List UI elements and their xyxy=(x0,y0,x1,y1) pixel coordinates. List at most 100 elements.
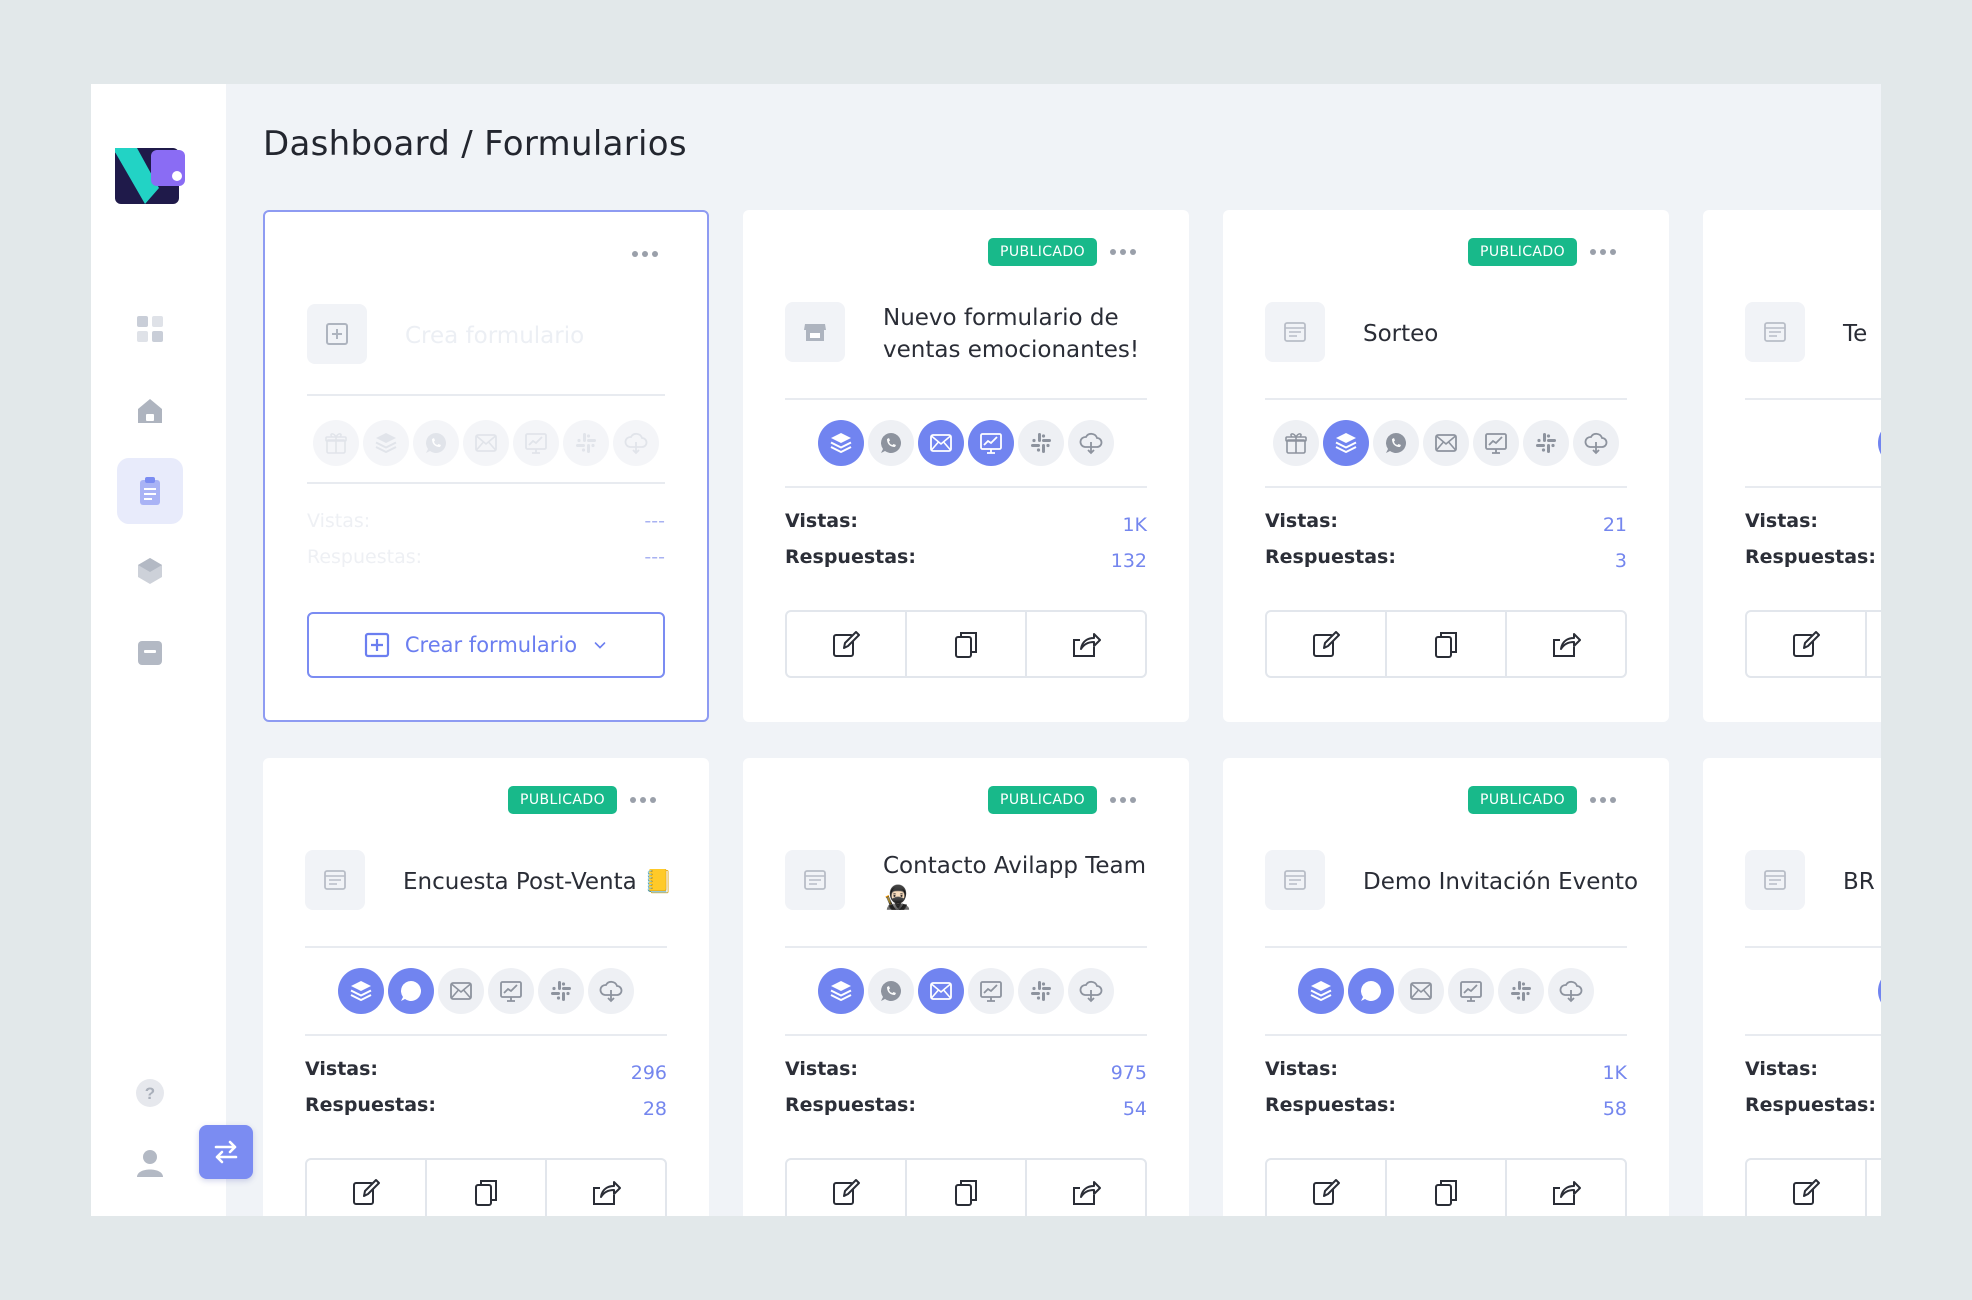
integration-mail[interactable] xyxy=(918,420,964,466)
share-button[interactable] xyxy=(1507,1160,1625,1216)
share-button[interactable] xyxy=(547,1160,665,1216)
duplicate-button[interactable] xyxy=(1867,1160,1881,1216)
whatsapp-icon xyxy=(1361,981,1381,1001)
edit-button[interactable] xyxy=(1267,1160,1387,1216)
create-form-card[interactable]: Crea formulario Vistas: --- Respuestas: … xyxy=(263,210,709,722)
integration-mail[interactable] xyxy=(1398,968,1444,1014)
duplicate-button[interactable] xyxy=(427,1160,547,1216)
slack-icon xyxy=(576,433,596,453)
stat-value: 28 xyxy=(642,1098,667,1120)
card-menu-button[interactable] xyxy=(1583,788,1623,812)
integration-cloud[interactable] xyxy=(1068,968,1114,1014)
share-button[interactable] xyxy=(1027,612,1145,676)
integration-chart[interactable] xyxy=(968,420,1014,466)
card-menu-button[interactable] xyxy=(1103,788,1143,812)
form-card[interactable]: PUBLICADO Nuevo formulario de ventas emoc… xyxy=(743,210,1189,722)
integration-layers[interactable] xyxy=(1878,420,1881,466)
sidebar-item-home[interactable] xyxy=(117,378,183,444)
integration-slack[interactable] xyxy=(1018,968,1064,1014)
card-menu-button[interactable] xyxy=(1103,240,1143,264)
form-card[interactable]: Te Vistas: Respuestas: xyxy=(1703,210,1881,722)
integration-chart[interactable] xyxy=(488,968,534,1014)
integrations-row xyxy=(1265,966,1627,1016)
integration-whatsapp[interactable] xyxy=(1348,968,1394,1014)
duplicate-button[interactable] xyxy=(1387,612,1507,676)
duplicate-button[interactable] xyxy=(907,1160,1027,1216)
integration-slack[interactable] xyxy=(1018,420,1064,466)
integration-chart[interactable] xyxy=(1473,420,1519,466)
integration-slack[interactable] xyxy=(538,968,584,1014)
form-icon xyxy=(804,870,826,890)
integration-cloud[interactable] xyxy=(1573,420,1619,466)
form-title[interactable]: Demo Invitación Evento xyxy=(1363,850,1643,914)
edit-button[interactable] xyxy=(787,612,907,676)
form-title[interactable]: Te xyxy=(1843,302,1881,366)
integration-cloud[interactable] xyxy=(588,968,634,1014)
integration-whatsapp[interactable] xyxy=(388,968,434,1014)
edit-button[interactable] xyxy=(1747,1160,1867,1216)
integration-slack[interactable] xyxy=(1498,968,1544,1014)
edit-button[interactable] xyxy=(1747,612,1867,676)
stat-value: 296 xyxy=(630,1062,667,1084)
form-title[interactable]: Nuevo formulario de ventas emocionantes! xyxy=(883,302,1163,366)
form-card[interactable]: PUBLICADO Encuesta Post-Venta 📒 Vistas: 2… xyxy=(263,758,709,1216)
integration-chart[interactable] xyxy=(968,968,1014,1014)
integration-mail[interactable] xyxy=(438,968,484,1014)
form-title[interactable]: Encuesta Post-Venta 📒 xyxy=(403,850,683,914)
integration-mail[interactable] xyxy=(918,968,964,1014)
form-title[interactable]: Contacto Avilapp Team 🥷🏻 xyxy=(883,850,1163,914)
integration-layers[interactable] xyxy=(1298,968,1344,1014)
chart-icon xyxy=(1485,433,1507,454)
card-menu-button[interactable] xyxy=(623,788,663,812)
card-menu-button[interactable] xyxy=(1583,240,1623,264)
chart-icon xyxy=(500,981,522,1002)
create-form-button[interactable]: Crear formulario xyxy=(307,612,665,678)
edit-button[interactable] xyxy=(1267,612,1387,676)
sidebar-item-products[interactable] xyxy=(117,538,183,604)
help-button[interactable]: ? xyxy=(117,1060,183,1126)
integration-whatsapp[interactable] xyxy=(1373,420,1419,466)
integration-mail[interactable] xyxy=(1423,420,1469,466)
chart-icon xyxy=(525,433,547,454)
stat-label: Vistas: xyxy=(307,510,371,532)
app-logo[interactable] xyxy=(115,148,187,204)
layers-icon xyxy=(1310,981,1332,1001)
sidebar-item-archive[interactable] xyxy=(117,620,183,686)
integration-whatsapp[interactable] xyxy=(868,968,914,1014)
edit-button[interactable] xyxy=(787,1160,907,1216)
integration-cloud[interactable] xyxy=(1068,420,1114,466)
form-card[interactable]: PUBLICADO Sorteo Vistas: 21 Respuestas: 3 xyxy=(1223,210,1669,722)
duplicate-button[interactable] xyxy=(907,612,1027,676)
integration-layers[interactable] xyxy=(338,968,384,1014)
integration-chart[interactable] xyxy=(1448,968,1494,1014)
stat-label: Respuestas: xyxy=(305,1094,436,1116)
card-menu-button[interactable] xyxy=(625,242,665,266)
chart-icon xyxy=(1460,981,1482,1002)
integration-gift[interactable] xyxy=(1273,420,1319,466)
stat-value: 1K xyxy=(1122,514,1147,536)
form-card[interactable]: BR Vistas: Respuestas: xyxy=(1703,758,1881,1216)
integration-slack[interactable] xyxy=(1523,420,1569,466)
form-card[interactable]: PUBLICADO Contacto Avilapp Team 🥷🏻 Vistas… xyxy=(743,758,1189,1216)
duplicate-button[interactable] xyxy=(1387,1160,1507,1216)
edit-button[interactable] xyxy=(307,1160,427,1216)
form-title[interactable]: Sorteo xyxy=(1363,302,1643,366)
integration-layers[interactable] xyxy=(1323,420,1369,466)
integration-layers[interactable] xyxy=(1878,968,1881,1014)
toggle-sidebar-button[interactable] xyxy=(199,1125,253,1179)
profile-button[interactable] xyxy=(117,1130,183,1196)
share-button[interactable] xyxy=(1507,612,1625,676)
share-button[interactable] xyxy=(1027,1160,1145,1216)
integration-whatsapp[interactable] xyxy=(868,420,914,466)
sidebar-item-forms[interactable] xyxy=(117,458,183,524)
integration-layers[interactable] xyxy=(818,420,864,466)
form-card[interactable]: PUBLICADO Demo Invitación Evento Vistas: … xyxy=(1223,758,1669,1216)
duplicate-button[interactable] xyxy=(1867,612,1881,676)
swap-arrows-icon xyxy=(214,1140,238,1164)
form-title[interactable]: BR xyxy=(1843,850,1881,914)
integration-cloud[interactable] xyxy=(1548,968,1594,1014)
layers-icon xyxy=(830,433,852,453)
divider xyxy=(785,398,1147,400)
integration-layers[interactable] xyxy=(818,968,864,1014)
sidebar-item-dashboard[interactable] xyxy=(117,296,183,362)
